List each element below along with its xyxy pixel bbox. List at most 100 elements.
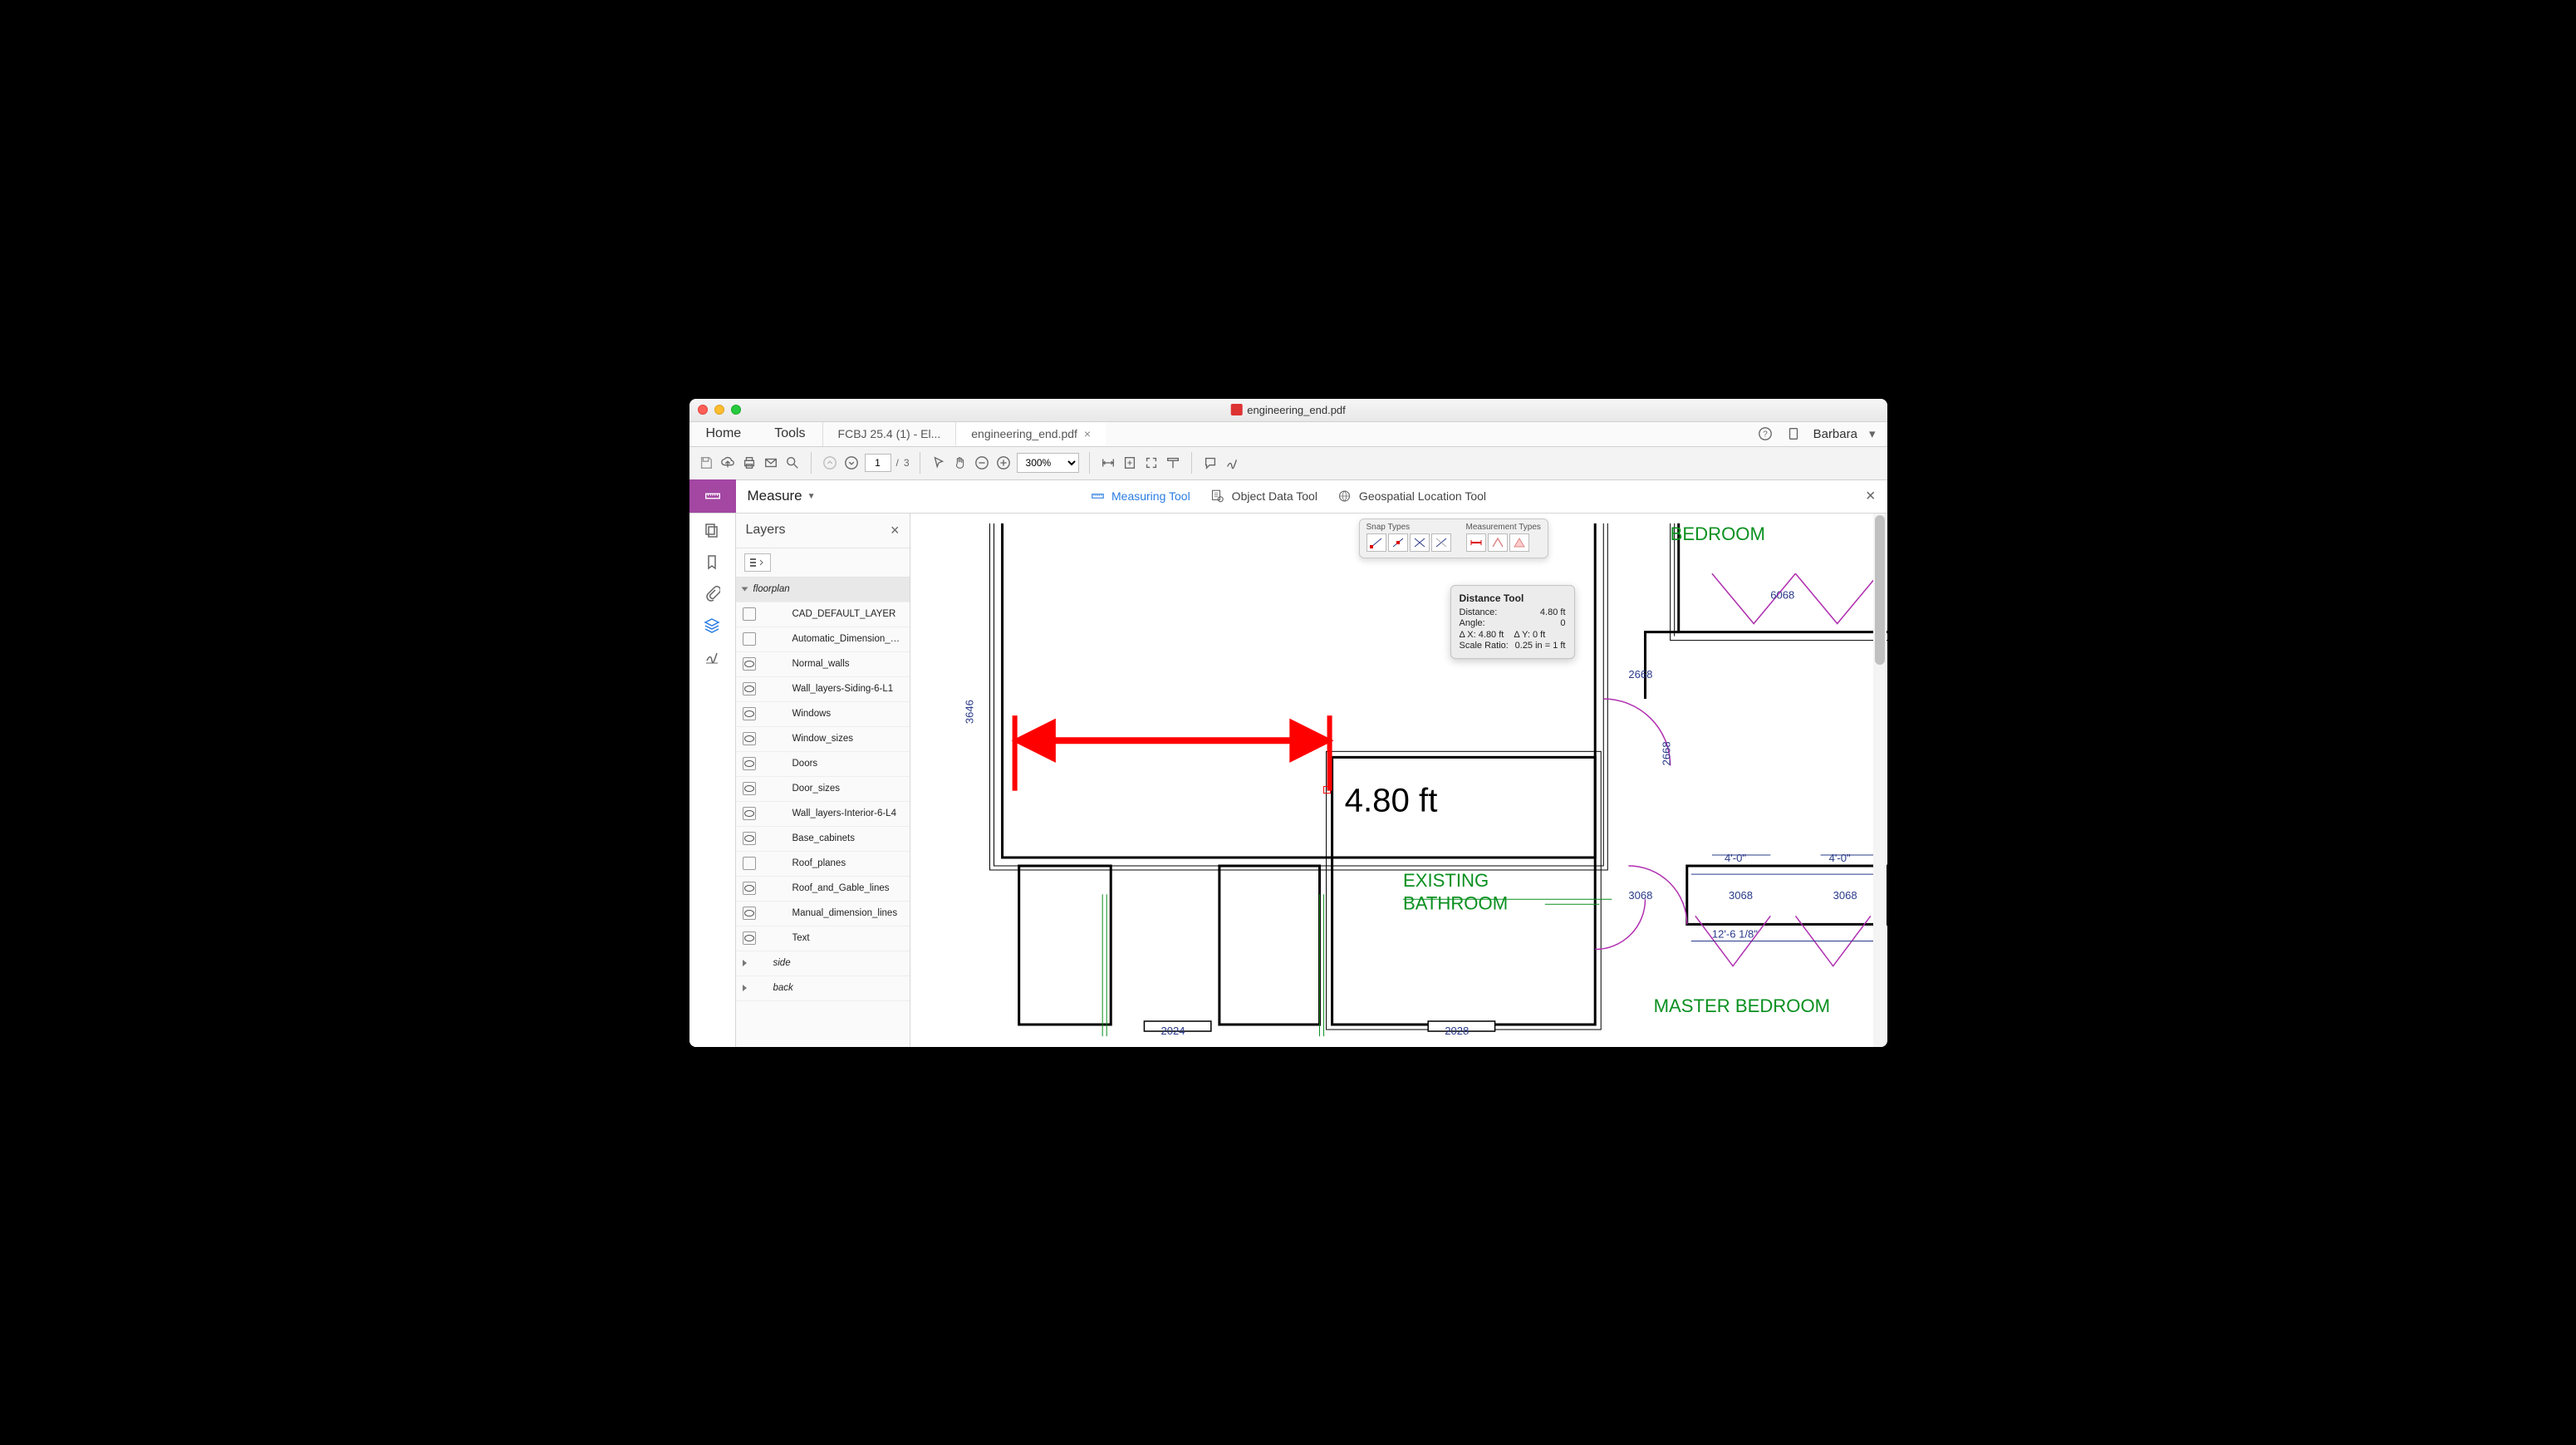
search-icon[interactable]: [784, 455, 801, 471]
svg-text:2028: 2028: [1445, 1025, 1469, 1037]
titlebar: engineering_end.pdf: [689, 399, 1887, 422]
layer-name: Automatic_Dimension_Lin: [792, 634, 902, 644]
layer-name: Window_sizes: [792, 734, 854, 744]
layer-visibility-toggle[interactable]: [743, 782, 756, 795]
zoom-out-icon[interactable]: [974, 455, 990, 471]
layer-row[interactable]: Normal_walls: [736, 652, 910, 677]
bookmarks-icon[interactable]: [704, 553, 720, 570]
svg-text:BEDROOM: BEDROOM: [1670, 523, 1764, 544]
layer-visibility-toggle[interactable]: [743, 857, 756, 870]
notifications-icon[interactable]: [1785, 425, 1802, 442]
fit-page-icon[interactable]: [1121, 455, 1138, 471]
geospatial-tool-button[interactable]: Geospatial Location Tool: [1337, 489, 1486, 504]
layer-row[interactable]: Roof_planes: [736, 852, 910, 877]
layer-visibility-toggle[interactable]: [743, 732, 756, 745]
expand-icon[interactable]: [743, 985, 747, 991]
zoom-select[interactable]: 300%: [1017, 453, 1079, 473]
svg-text:3646: 3646: [963, 700, 975, 724]
layer-row[interactable]: Window_sizes: [736, 727, 910, 752]
layer-row[interactable]: Wall_layers-Siding-6-L1: [736, 677, 910, 702]
snap-types-toolbar[interactable]: Snap Types Measurement Types: [1359, 519, 1548, 558]
file-tab-0[interactable]: FCBJ 25.4 (1) - El...: [822, 422, 956, 446]
maximize-window-button[interactable]: [731, 405, 741, 415]
layer-row[interactable]: Text: [736, 926, 910, 951]
layer-visibility-toggle[interactable]: [743, 607, 756, 621]
hand-tool-icon[interactable]: [952, 455, 969, 471]
layer-row[interactable]: Door_sizes: [736, 777, 910, 802]
user-name[interactable]: Barbara: [1813, 427, 1857, 441]
user-menu-chevron-icon[interactable]: ▾: [1869, 426, 1876, 441]
layer-visibility-toggle[interactable]: [743, 832, 756, 845]
layer-row[interactable]: Base_cabinets: [736, 827, 910, 852]
snap-intersection-button[interactable]: [1410, 533, 1430, 552]
snap-endpoint-button[interactable]: [1367, 533, 1386, 552]
layer-group-collapsed[interactable]: back: [736, 976, 910, 1001]
minimize-window-button[interactable]: [714, 405, 724, 415]
help-icon[interactable]: ?: [1757, 425, 1774, 442]
print-icon[interactable]: [741, 455, 758, 471]
close-tab-icon[interactable]: ×: [1084, 427, 1091, 440]
page-number-input[interactable]: [865, 454, 891, 472]
measuring-tool-button[interactable]: Measuring Tool: [1090, 489, 1190, 504]
layer-row[interactable]: Manual_dimension_lines: [736, 902, 910, 926]
fit-width-icon[interactable]: [1100, 455, 1116, 471]
scrollbar-thumb[interactable]: [1875, 515, 1885, 665]
layer-row[interactable]: Wall_layers-Interior-6-L4: [736, 802, 910, 827]
tabs-row: Home Tools FCBJ 25.4 (1) - El... enginee…: [689, 422, 1887, 447]
left-rail: [689, 514, 736, 1047]
layer-visibility-toggle[interactable]: [743, 807, 756, 820]
area-measure-button[interactable]: [1509, 533, 1529, 552]
mail-icon[interactable]: [763, 455, 779, 471]
svg-text:?: ?: [1763, 430, 1768, 440]
save-icon[interactable]: [698, 455, 714, 471]
layer-visibility-toggle[interactable]: [743, 682, 756, 695]
layers-options-button[interactable]: [744, 553, 771, 572]
layer-visibility-toggle[interactable]: [743, 632, 756, 646]
zoom-in-icon[interactable]: [995, 455, 1012, 471]
layer-name: Manual_dimension_lines: [792, 908, 898, 918]
select-tool-icon[interactable]: [930, 455, 947, 471]
read-mode-icon[interactable]: [1165, 455, 1181, 471]
layers-icon[interactable]: [704, 617, 720, 633]
expand-icon[interactable]: [741, 587, 748, 592]
sign-icon[interactable]: [1224, 455, 1240, 471]
cloud-icon[interactable]: [719, 455, 736, 471]
layer-row[interactable]: Roof_and_Gable_lines: [736, 877, 910, 902]
layer-group-collapsed[interactable]: side: [736, 951, 910, 976]
comment-icon[interactable]: [1202, 455, 1219, 471]
document-canvas[interactable]: 4.80 ft BEDROOM EXISTING BATHROOM MASTER…: [910, 514, 1887, 1047]
page-down-icon[interactable]: [843, 455, 860, 471]
layer-visibility-toggle[interactable]: [743, 657, 756, 671]
snap-midpoint-button[interactable]: [1388, 533, 1408, 552]
layer-row[interactable]: Windows: [736, 702, 910, 727]
vertical-scrollbar[interactable]: [1873, 514, 1887, 1047]
body: Layers × floorplan CAD_DEFAULT_LAYERAuto…: [689, 514, 1887, 1047]
layer-row[interactable]: CAD_DEFAULT_LAYER: [736, 602, 910, 627]
layer-row[interactable]: Automatic_Dimension_Lin: [736, 627, 910, 652]
close-measure-bar-button[interactable]: ×: [1866, 487, 1876, 506]
tools-tab[interactable]: Tools: [758, 422, 822, 446]
layer-visibility-toggle[interactable]: [743, 757, 756, 770]
expand-icon[interactable]: [743, 960, 747, 966]
object-data-tool-button[interactable]: Object Data Tool: [1210, 489, 1317, 504]
close-window-button[interactable]: [698, 405, 708, 415]
layer-visibility-toggle[interactable]: [743, 707, 756, 720]
measure-title[interactable]: Measure ▼: [736, 488, 827, 504]
layer-group-floorplan[interactable]: floorplan: [736, 578, 910, 602]
perimeter-measure-button[interactable]: [1488, 533, 1508, 552]
attachments-icon[interactable]: [704, 585, 720, 602]
layer-row[interactable]: Doors: [736, 752, 910, 777]
fullscreen-icon[interactable]: [1143, 455, 1160, 471]
thumbnails-icon[interactable]: [704, 522, 720, 538]
layer-name: Roof_planes: [792, 858, 846, 868]
distance-measure-button[interactable]: [1466, 533, 1486, 552]
signatures-icon[interactable]: [704, 648, 720, 665]
layer-visibility-toggle[interactable]: [743, 907, 756, 920]
close-layers-panel-button[interactable]: ×: [891, 522, 900, 539]
layer-visibility-toggle[interactable]: [743, 931, 756, 945]
page-up-icon[interactable]: [822, 455, 838, 471]
snap-perpendicular-button[interactable]: [1431, 533, 1451, 552]
home-tab[interactable]: Home: [689, 422, 758, 446]
file-tab-1[interactable]: engineering_end.pdf×: [955, 422, 1106, 446]
layer-visibility-toggle[interactable]: [743, 882, 756, 895]
